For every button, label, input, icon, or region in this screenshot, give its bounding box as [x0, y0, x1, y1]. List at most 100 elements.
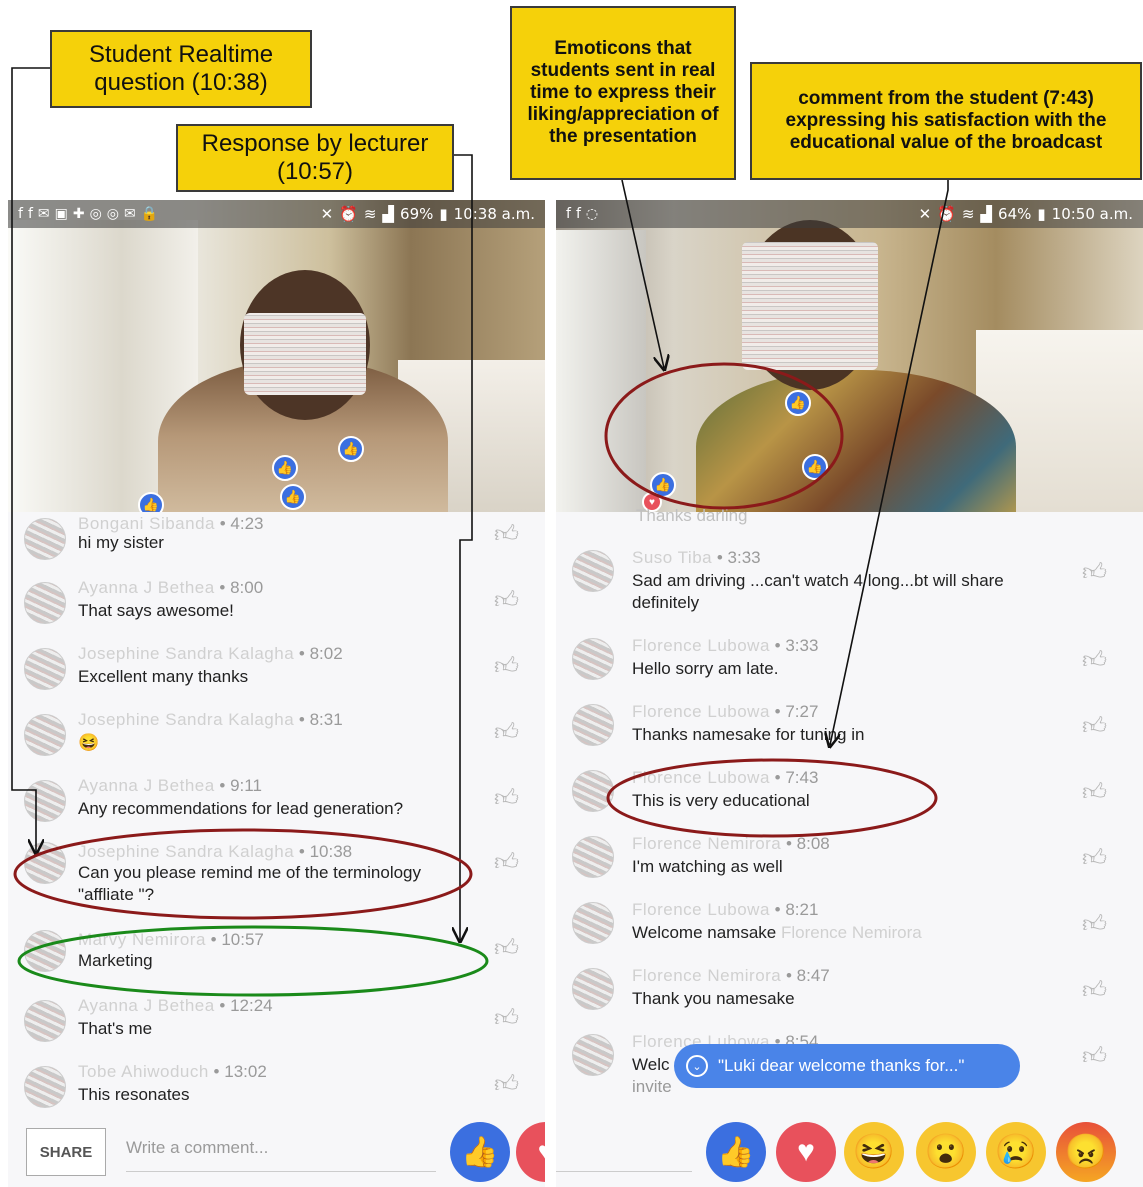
avatar[interactable] — [572, 770, 614, 812]
commenter-name[interactable]: Florence Nemirora — [632, 834, 781, 853]
avatar[interactable] — [572, 836, 614, 878]
wow-icon[interactable]: 😮 — [916, 1122, 976, 1182]
like-thumb-icon[interactable]: 👍︎ — [1082, 844, 1107, 873]
live-video[interactable]: 👍 👍 👍 ♥ — [556, 200, 1143, 512]
callout-line: Emoticons that — [554, 38, 692, 60]
like-thumb-icon[interactable]: 👍︎ — [1082, 646, 1107, 675]
like-thumb-icon[interactable]: 👍︎ — [1082, 910, 1107, 939]
love-icon[interactable]: ♥ — [516, 1122, 545, 1182]
comment-text: Marketing — [78, 951, 153, 970]
share-button[interactable]: SHARE — [26, 1128, 106, 1176]
callout-lecturer-response: Response by lecturer (10:57) — [176, 124, 454, 192]
commenter-name[interactable]: Ayanna J Bethea — [78, 776, 215, 795]
avatar[interactable] — [24, 930, 66, 972]
like-thumb-icon[interactable]: 👍︎ — [494, 1004, 519, 1033]
avatar[interactable] — [572, 638, 614, 680]
comment-meta: Josephine Sandra Kalagha • 8:31 — [78, 710, 343, 729]
commenter-name[interactable]: Florence Lubowa — [632, 702, 770, 721]
commenter-name[interactable]: Ayanna J Bethea — [78, 996, 215, 1015]
callout-line: Response by lecturer — [201, 130, 429, 158]
avatar[interactable] — [572, 902, 614, 944]
facebook-icon: f — [18, 206, 23, 222]
comment-time: 8:00 — [230, 578, 264, 597]
commenter-name[interactable]: Bongani Sibanda — [78, 514, 215, 533]
plus-icon: ✚ — [72, 206, 85, 222]
list-item: Florence Lubowa • 7:27 Thanks namesake f… — [556, 702, 1143, 764]
comment-text: Sad am driving ...can't watch 4 long...b… — [632, 571, 1004, 612]
list-item: Josephine Sandra Kalagha • 8:31 😆 👍︎ — [8, 708, 545, 770]
comment-meta: Ayanna J Bethea • 8:00 — [78, 578, 264, 597]
comment-meta: Ayanna J Bethea • 9:11 — [78, 776, 262, 795]
avatar[interactable] — [24, 582, 66, 624]
like-thumb-icon[interactable]: 👍︎ — [494, 652, 519, 681]
commenter-name[interactable]: Marvy Nemirora — [78, 930, 206, 949]
like-thumb-icon[interactable]: 👍︎ — [1082, 778, 1107, 807]
avatar[interactable] — [24, 1066, 66, 1108]
commenter-name[interactable]: Suso Tiba — [632, 548, 712, 567]
comment-meta: Ayanna J Bethea • 12:24 — [78, 996, 273, 1015]
comment-time: 10:38 — [309, 842, 353, 861]
haha-icon[interactable]: 😆 — [844, 1122, 904, 1182]
live-video[interactable]: 👍 👍 👍 👍 — [8, 200, 545, 512]
comment-meta: Florence Lubowa • 7:27 — [632, 702, 819, 721]
app-icon: ◎ — [106, 206, 120, 222]
gallery-icon: ▣ — [54, 206, 68, 222]
notification-icons: f f ◌ — [566, 206, 598, 222]
commenter-name[interactable]: Tobe Ahiwoduch — [78, 1062, 209, 1081]
list-item: Florence Nemirora • 8:08 I'm watching as… — [556, 834, 1143, 896]
commenter-name[interactable]: Florence Nemirora — [632, 966, 781, 985]
callout-line: time to express their — [530, 82, 716, 104]
commenter-name[interactable]: Josephine Sandra Kalagha — [78, 710, 294, 729]
like-icon[interactable]: 👍 — [706, 1122, 766, 1182]
commenter-name[interactable]: Ayanna J Bethea — [78, 578, 215, 597]
like-thumb-icon[interactable]: 👍︎ — [494, 1070, 519, 1099]
like-thumb-icon[interactable]: 👍︎ — [1082, 558, 1107, 587]
lock-icon: 🔒 — [140, 206, 159, 222]
comment-meta: Florence Nemirora • 8:08 — [632, 834, 830, 853]
avatar[interactable] — [572, 550, 614, 592]
battery-icon: ▮ — [439, 205, 448, 223]
like-button[interactable]: 👍 — [450, 1122, 510, 1182]
like-reaction-icon: 👍 — [785, 390, 811, 416]
mute-icon: ✕ — [320, 205, 334, 223]
like-thumb-icon[interactable]: 👍︎ — [494, 934, 519, 963]
avatar[interactable] — [24, 648, 66, 690]
love-icon[interactable]: ♥ — [776, 1122, 836, 1182]
avatar[interactable] — [572, 968, 614, 1010]
angry-icon[interactable]: 😠 — [1056, 1122, 1116, 1182]
avatar[interactable] — [24, 518, 66, 560]
like-thumb-icon[interactable]: 👍︎ — [1082, 712, 1107, 741]
commenter-name[interactable]: Josephine Sandra Kalagha — [78, 644, 294, 663]
right-phone-screen: f f ◌ ✕ ⏰ ≋ ▟ 64% ▮ 10:50 a.m. 👍 👍 👍 ♥ T… — [556, 200, 1143, 1187]
avatar[interactable] — [24, 842, 66, 884]
like-thumb-icon[interactable]: 👍︎ — [1082, 1042, 1107, 1071]
sad-icon[interactable]: 😢 — [986, 1122, 1046, 1182]
like-thumb-icon[interactable]: 👍︎ — [494, 718, 519, 747]
mentioned-name[interactable]: Florence Nemirora — [781, 923, 922, 942]
battery-icon: ▮ — [1037, 205, 1046, 223]
callout-emoticons: Emoticons that students sent in real tim… — [510, 6, 736, 180]
comment-text: This resonates — [78, 1085, 190, 1104]
like-thumb-icon[interactable]: 👍︎ — [494, 784, 519, 813]
avatar[interactable] — [24, 780, 66, 822]
like-thumb-icon[interactable]: 👍︎ — [494, 586, 519, 615]
commenter-name[interactable]: Josephine Sandra Kalagha — [78, 842, 294, 861]
partial-comment: Thanks darling — [636, 506, 748, 525]
commenter-name[interactable]: Florence Lubowa — [632, 768, 770, 787]
comment-meta: Josephine Sandra Kalagha • 10:38 — [78, 842, 353, 861]
like-thumb-icon[interactable]: 👍︎ — [1082, 976, 1107, 1005]
comment-composer: SHARE Write a comment... 👍 ♥ — [8, 1110, 545, 1187]
comment-input[interactable]: Write a comment... — [126, 1138, 436, 1172]
avatar[interactable] — [572, 1034, 614, 1076]
avatar[interactable] — [572, 704, 614, 746]
battery-percent: 69% — [400, 205, 434, 223]
avatar[interactable] — [24, 1000, 66, 1042]
avatar[interactable] — [24, 714, 66, 756]
like-thumb-icon[interactable]: 👍︎ — [494, 848, 519, 877]
commenter-name[interactable]: Florence Lubowa — [632, 636, 770, 655]
like-thumb-icon[interactable]: 👍︎ — [494, 520, 519, 549]
new-comment-toast[interactable]: ⌄ "Luki dear welcome thanks for..." — [674, 1044, 1020, 1088]
comment-input-line[interactable] — [556, 1138, 692, 1172]
list-item: Suso Tiba • 3:33 Sad am driving ...can't… — [556, 548, 1143, 628]
commenter-name[interactable]: Florence Lubowa — [632, 900, 770, 919]
